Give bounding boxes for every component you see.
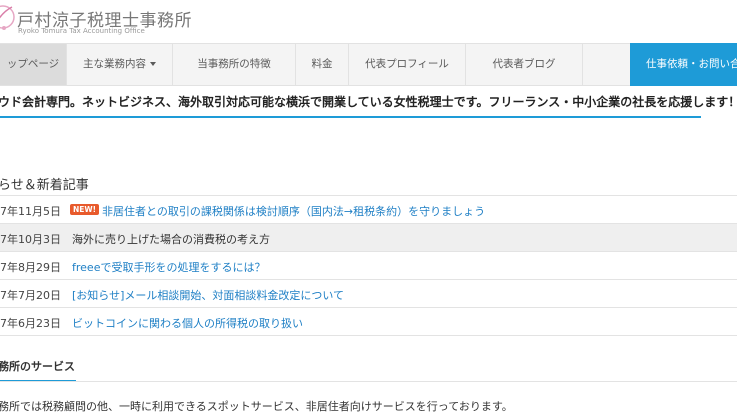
site-subtitle: Ryoko Tomura Tax Accounting Office <box>18 27 145 35</box>
news-heading: らせ＆新着記事 <box>0 178 89 193</box>
news-link[interactable]: 海外に売り上げた場合の消費税の考え方 <box>72 231 270 247</box>
news-item: 7年8月29日 freeeで受取手形をの処理をするには？ <box>0 251 737 279</box>
services-description: 務所では税務顧問の他、一時に利用できるスポットサービス、非居住者向けサービスを行… <box>0 400 513 413</box>
nav-item-profile[interactable]: 代表プロフィール <box>349 44 466 85</box>
nav-item-blog[interactable]: 代表者ブログ <box>466 44 583 85</box>
news-item: 7年10月3日 海外に売り上げた場合の消費税の考え方 <box>0 223 737 251</box>
contact-button[interactable]: 仕事依頼・お問い合わせ <box>630 43 737 86</box>
news-date: 7年6月23日 <box>0 317 61 330</box>
new-badge: NEW! <box>70 204 100 215</box>
tagline: ウド会計専門。ネットビジネス、海外取引対応可能な横浜で開業している女性税理士です… <box>0 88 737 118</box>
news-item: 7年11月5日 NEW! 非居住者との取引の課税関係は検討順序（国内法→租税条約… <box>0 195 737 223</box>
news-date: 7年7月20日 <box>0 289 61 302</box>
nav-item-pricing[interactable]: 料金 <box>296 44 349 85</box>
main-nav: ップページ 主な業務内容 当事務所の特徴 料金 代表プロフィール 代表者ブログ <box>0 43 737 86</box>
nav-item-services[interactable]: 主な業務内容 <box>67 44 173 85</box>
nav-item-top[interactable]: ップページ <box>0 44 67 85</box>
news-item: 7年7月20日 [お知らせ]メール相談開始、対面相談料金改定について <box>0 279 737 307</box>
news-list: 7年11月5日 NEW! 非居住者との取引の課税関係は検討順序（国内法→租税条約… <box>0 195 737 336</box>
news-date: 7年11月5日 <box>0 205 61 218</box>
news-date: 7年10月3日 <box>0 233 61 246</box>
divider <box>0 381 737 382</box>
news-date: 7年8月29日 <box>0 261 61 274</box>
news-link[interactable]: ビットコインに関わる個人の所得税の取り扱い <box>72 315 303 331</box>
news-item: 7年6月23日 ビットコインに関わる個人の所得税の取り扱い <box>0 307 737 336</box>
news-link[interactable]: 非居住者との取引の課税関係は検討順序（国内法→租税条約）を守りましょう <box>102 203 485 219</box>
nav-item-features[interactable]: 当事務所の特徴 <box>173 44 296 85</box>
news-link[interactable]: [お知らせ]メール相談開始、対面相談料金改定について <box>72 287 344 303</box>
logo-icon[interactable] <box>0 3 16 33</box>
services-heading: 務所のサービス <box>0 358 76 382</box>
chevron-down-icon <box>150 62 156 66</box>
site-header: 戸村涼子税理士事務所 Ryoko Tomura Tax Accounting O… <box>0 0 737 42</box>
news-link[interactable]: freeeで受取手形をの処理をするには？ <box>72 259 265 275</box>
